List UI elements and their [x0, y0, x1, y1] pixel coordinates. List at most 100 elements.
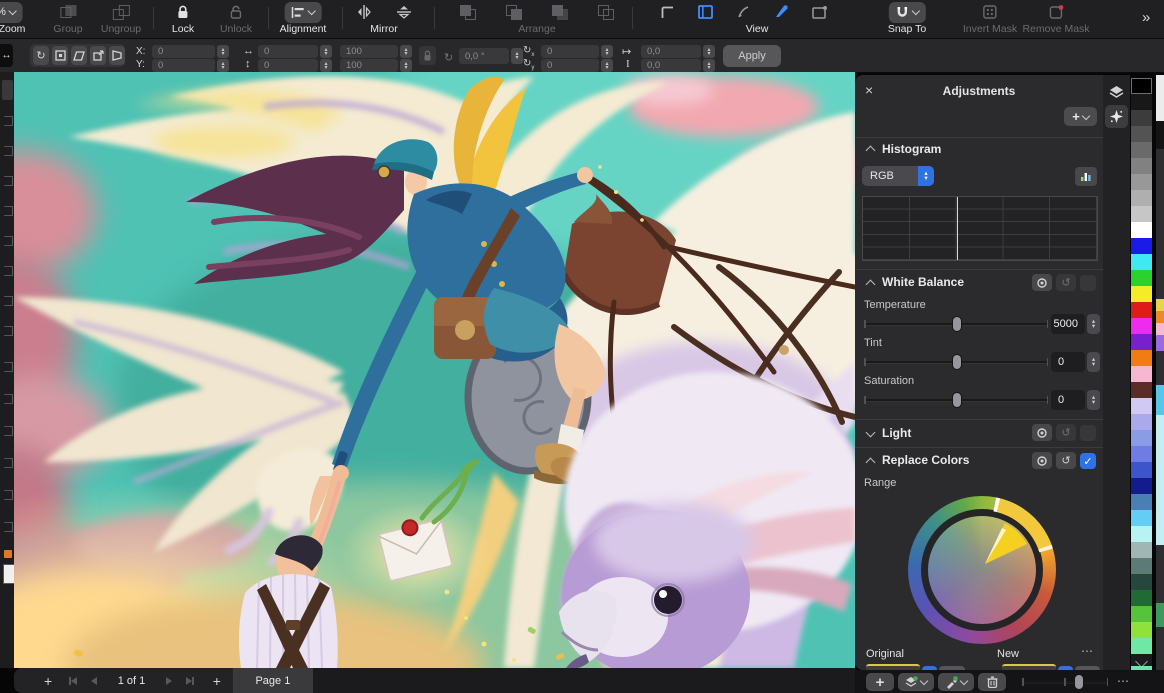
color-swatch[interactable]	[1131, 478, 1152, 494]
saturation-stepper[interactable]: ▴▾	[1087, 390, 1100, 410]
color-swatch[interactable]	[1131, 174, 1152, 190]
alignment-button[interactable]: Alignment	[280, 3, 327, 35]
color-swatch[interactable]	[1131, 190, 1152, 206]
temperature-stepper[interactable]: ▴▾	[1087, 314, 1100, 334]
guides-icon[interactable]	[737, 5, 750, 19]
color-swatch[interactable]	[1131, 238, 1152, 254]
color-swatch[interactable]	[1131, 462, 1152, 478]
translate-y-field[interactable]: 0,0	[641, 59, 701, 72]
tint-value[interactable]: 0	[1051, 352, 1085, 372]
color-swatch[interactable]	[1131, 366, 1152, 382]
color-swatch[interactable]	[1131, 334, 1152, 350]
white-balance-collapse-chevron[interactable]	[866, 280, 876, 290]
snap-to-control[interactable]: Snap To	[888, 3, 926, 35]
skew-tool-button[interactable]	[71, 46, 87, 65]
color-swatch[interactable]	[1131, 302, 1152, 318]
tint-slider[interactable]	[864, 354, 1048, 370]
delete-swatch-button[interactable]	[978, 673, 1006, 691]
transform-bounds-icon[interactable]	[812, 6, 827, 19]
hue-range-wheel[interactable]	[908, 496, 1056, 644]
lock-button[interactable]: Lock	[172, 3, 194, 35]
color-swatch[interactable]	[1131, 270, 1152, 286]
mirror-horizontal-icon[interactable]	[397, 5, 411, 19]
translate-x-stepper[interactable]: ▴▾	[703, 45, 715, 58]
translate-y-stepper[interactable]: ▴▾	[703, 59, 715, 72]
light-collapse-chevron[interactable]	[866, 428, 876, 438]
layers-panel-tab[interactable]	[1105, 80, 1128, 103]
toolbar-overflow-button[interactable]: »	[1142, 9, 1150, 26]
x-field[interactable]: 0	[152, 45, 215, 58]
color-swatch[interactable]	[1131, 350, 1152, 366]
color-swatch[interactable]	[1131, 94, 1152, 110]
width-stepper[interactable]: ▴▾	[320, 45, 332, 58]
zoom-control[interactable]: 5% Zoom	[7, 3, 26, 35]
rotate-y-field[interactable]: 0	[541, 59, 599, 72]
rotation-stepper[interactable]: ▴▾	[511, 48, 523, 64]
white-balance-checkbox[interactable]	[1080, 275, 1096, 291]
add-page-button[interactable]: +	[44, 673, 52, 689]
width-field[interactable]: 0	[258, 45, 318, 58]
temperature-slider-thumb[interactable]	[952, 316, 962, 332]
y-field[interactable]: 0	[152, 59, 215, 72]
color-swatch[interactable]	[1131, 622, 1152, 638]
saturation-value[interactable]: 0	[1051, 390, 1085, 410]
canvas-artwork[interactable]	[14, 72, 855, 668]
scale-y-field[interactable]: 100	[340, 59, 398, 72]
light-picker-button[interactable]	[1032, 424, 1052, 441]
mirror-vertical-icon[interactable]	[357, 5, 371, 19]
color-swatch[interactable]	[1131, 638, 1152, 654]
rotation-field[interactable]: 0,0 °	[459, 48, 509, 64]
swatch-more-button[interactable]: ⋯	[1117, 674, 1130, 688]
color-swatch[interactable]	[1131, 142, 1152, 158]
color-swatch[interactable]	[1131, 206, 1152, 222]
color-swatch-strip[interactable]	[1131, 78, 1152, 693]
color-swatch[interactable]	[1131, 254, 1152, 270]
active-artboard-icon[interactable]	[698, 5, 713, 19]
saturation-slider[interactable]	[864, 392, 1048, 408]
temperature-slider[interactable]	[864, 316, 1048, 332]
histogram-channel-dropdown[interactable]: RGB ▴▾	[862, 166, 934, 186]
page-tab[interactable]: Page 1	[233, 668, 313, 693]
scale-tool-button[interactable]	[90, 46, 106, 65]
rotate-tool-button[interactable]: ↻	[33, 46, 49, 65]
light-checkbox[interactable]	[1080, 425, 1096, 441]
translate-x-field[interactable]: 0,0	[641, 45, 701, 58]
color-swatch[interactable]	[1131, 318, 1152, 334]
temperature-value[interactable]: 5000	[1051, 314, 1085, 334]
color-swatch[interactable]	[1131, 510, 1152, 526]
histogram-options-button[interactable]	[1075, 167, 1097, 186]
replace-colors-more-button[interactable]: ⋯	[1081, 644, 1094, 658]
tint-slider-thumb[interactable]	[952, 354, 962, 370]
color-swatch[interactable]	[1131, 382, 1152, 398]
color-swatch[interactable]	[1131, 158, 1152, 174]
color-swatch[interactable]	[1131, 446, 1152, 462]
y-stepper[interactable]: ▴▾	[217, 59, 229, 72]
adjustments-panel-tab[interactable]	[1105, 105, 1128, 128]
x-stepper[interactable]: ▴▾	[217, 45, 229, 58]
saturation-slider-thumb[interactable]	[952, 392, 962, 408]
color-swatch[interactable]	[1131, 286, 1152, 302]
height-stepper[interactable]: ▴▾	[320, 59, 332, 72]
rotate-x-field[interactable]: 0	[541, 45, 599, 58]
replace-colors-picker-button[interactable]	[1032, 452, 1052, 469]
color-swatch[interactable]	[1131, 78, 1152, 94]
zoom-dropdown[interactable]: 5%	[0, 2, 23, 23]
color-swatch[interactable]	[1131, 398, 1152, 414]
replace-colors-reset-button[interactable]: ↺	[1056, 452, 1076, 469]
color-swatch[interactable]	[1131, 542, 1152, 558]
tint-stepper[interactable]: ▴▾	[1087, 352, 1100, 372]
replace-colors-checkbox[interactable]: ✓	[1080, 453, 1096, 469]
color-swatch[interactable]	[1131, 414, 1152, 430]
color-swatch[interactable]	[1131, 126, 1152, 142]
color-swatch[interactable]	[1131, 558, 1152, 574]
scale-y-stepper[interactable]: ▴▾	[400, 59, 412, 72]
frame-tool-button[interactable]	[52, 46, 68, 65]
tools-sidebar[interactable]	[0, 72, 15, 668]
histogram-marker[interactable]	[957, 197, 959, 260]
height-field[interactable]: 0	[258, 59, 318, 72]
move-tool-button[interactable]: ↔	[0, 44, 13, 67]
rotate-x-stepper[interactable]: ▴▾	[601, 45, 613, 58]
swatch-size-thumb[interactable]	[1074, 674, 1084, 690]
add-adjustment-button[interactable]: +	[1064, 107, 1097, 126]
perspective-tool-button[interactable]	[109, 46, 125, 65]
